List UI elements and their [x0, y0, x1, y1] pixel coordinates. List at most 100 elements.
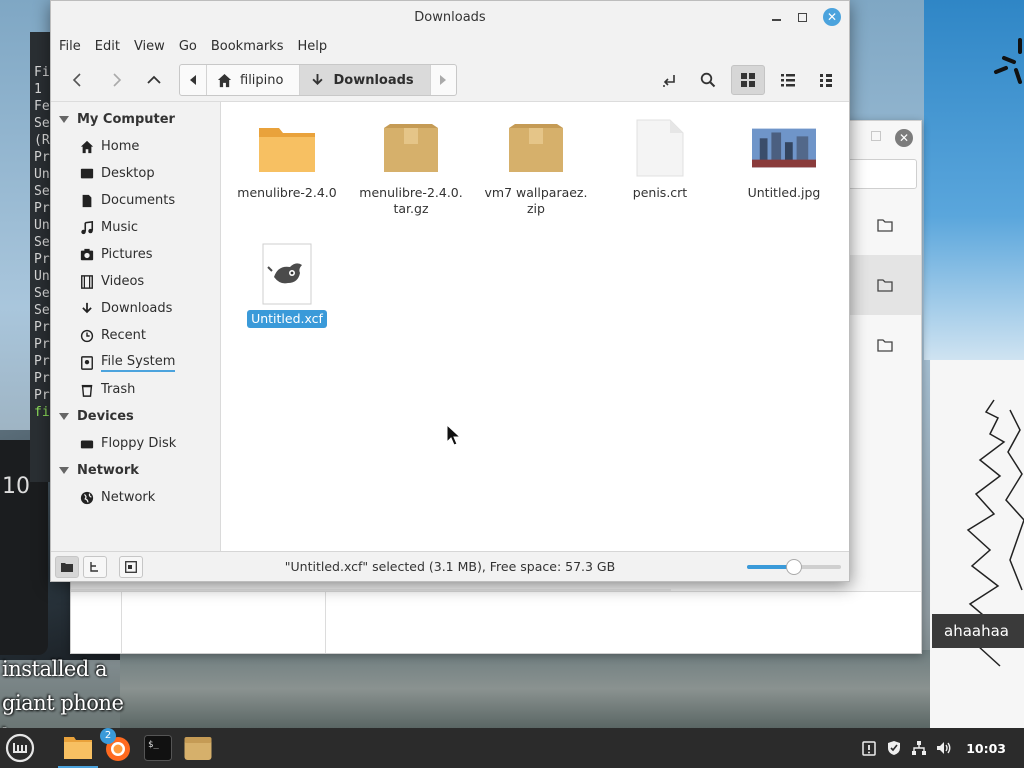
expander-icon: [59, 413, 69, 420]
taskbar-file-manager[interactable]: [58, 728, 98, 768]
folder-outline-icon: [877, 279, 893, 292]
divider: [121, 591, 122, 653]
location-entry-icon: [663, 75, 675, 87]
show-places-button[interactable]: [55, 555, 79, 578]
list-item[interactable]: [849, 315, 921, 375]
clock[interactable]: 10:03: [966, 741, 1006, 756]
toggle-location-entry-button[interactable]: [655, 65, 685, 95]
list-item[interactable]: [849, 195, 921, 255]
menu-view[interactable]: View: [134, 39, 165, 54]
search-icon: [700, 72, 716, 88]
tree-icon: [90, 561, 98, 572]
maximize-button[interactable]: [793, 8, 811, 26]
toolbar: filipino Downloads: [51, 59, 849, 101]
minimize-button[interactable]: [767, 8, 785, 26]
sidebar-item-floppy-disk[interactable]: Floppy Disk: [51, 430, 220, 457]
menu-go[interactable]: Go: [179, 39, 197, 54]
list-view-button[interactable]: [773, 65, 803, 95]
sidebar-item-label: Trash: [101, 382, 136, 397]
taskbar-archive-manager[interactable]: [178, 728, 218, 768]
folder-outline-icon: [877, 219, 893, 232]
up-button[interactable]: [139, 65, 169, 95]
file-item-selected[interactable]: Untitled.xcf: [225, 242, 349, 328]
terminal-icon: $_: [144, 735, 172, 761]
home-icon: [217, 73, 232, 87]
list-item[interactable]: [849, 255, 921, 315]
volume-tray[interactable]: [931, 728, 956, 768]
sidebar-item-desktop[interactable]: Desktop: [51, 160, 220, 187]
sidebar: My Computer Home Desktop Documents Music…: [51, 102, 221, 551]
sidebar-section-my-computer[interactable]: My Computer: [51, 106, 220, 133]
sidebar-item-label: Floppy Disk: [101, 436, 177, 451]
compact-view-button[interactable]: [811, 65, 841, 95]
file-item[interactable]: penis.crt: [598, 116, 722, 202]
clock-icon: [80, 329, 94, 342]
folder-icon: [61, 562, 73, 572]
menu-help[interactable]: Help: [297, 39, 327, 54]
file-item[interactable]: menulibre-2.4.0. tar.gz: [349, 116, 473, 218]
sidebar-item-downloads[interactable]: Downloads: [51, 295, 220, 322]
menu-bookmarks[interactable]: Bookmarks: [211, 39, 284, 54]
title-bar[interactable]: Downloads ✕: [51, 1, 849, 33]
forward-button[interactable]: [101, 65, 131, 95]
sidebar-item-file-system[interactable]: File System: [51, 349, 220, 376]
file-manager-window[interactable]: Downloads ✕ File Edit View Go Bookmarks …: [50, 0, 850, 582]
show-tree-button[interactable]: [83, 555, 107, 578]
sidebar-item-label: Desktop: [101, 166, 155, 181]
sidebar-section-network[interactable]: Network: [51, 457, 220, 484]
taskbar-firefox[interactable]: 2: [98, 728, 138, 768]
back-button[interactable]: [63, 65, 93, 95]
breadcrumb-downloads[interactable]: Downloads: [299, 65, 430, 95]
expander-icon: [59, 467, 69, 474]
download-icon: [82, 302, 92, 313]
file-item[interactable]: Untitled.jpg: [722, 116, 846, 202]
security-tray[interactable]: [881, 728, 906, 768]
bottom-panel: [71, 591, 921, 653]
notification-badge: 2: [100, 728, 116, 744]
sidebar-item-videos[interactable]: Videos: [51, 268, 220, 295]
file-manager-icon: [64, 737, 92, 759]
menu-file[interactable]: File: [59, 39, 81, 54]
sidebar-item-network[interactable]: Network: [51, 484, 220, 511]
close-button[interactable]: ✕: [895, 129, 913, 147]
close-button[interactable]: ✕: [823, 8, 841, 26]
file-grid[interactable]: menulibre-2.4.0 menulibre-2.4.0. tar.gz …: [221, 102, 849, 551]
video-icon: [81, 274, 93, 289]
sidebar-item-documents[interactable]: Documents: [51, 187, 220, 214]
zoom-handle[interactable]: [786, 559, 802, 575]
zoom-slider[interactable]: [747, 559, 841, 575]
chevron-up-icon: [147, 75, 161, 84]
file-item[interactable]: vm7 wallparaez. zip: [474, 116, 598, 218]
sidebar-item-trash[interactable]: Trash: [51, 376, 220, 403]
path-scroll-left-button[interactable]: [180, 65, 206, 95]
wallpaper-spark-icon: [994, 38, 1022, 84]
sidebar-section-devices[interactable]: Devices: [51, 403, 220, 430]
sidebar-item-home[interactable]: Home: [51, 133, 220, 160]
mint-logo-icon: [5, 733, 35, 763]
network-tray[interactable]: [906, 728, 931, 768]
gimp-file-icon: [255, 242, 319, 306]
start-menu-button[interactable]: [0, 728, 40, 768]
sidebar-item-recent[interactable]: Recent: [51, 322, 220, 349]
sidebar-item-pictures[interactable]: Pictures: [51, 241, 220, 268]
toggle-sidebar-button[interactable]: [119, 555, 143, 578]
icon-view-button[interactable]: [731, 65, 765, 95]
breadcrumb-home[interactable]: filipino: [206, 65, 299, 95]
archive-icon: [504, 116, 568, 180]
drive-icon: [80, 440, 94, 448]
maximize-button[interactable]: [871, 131, 881, 141]
home-icon: [80, 140, 94, 153]
path-scroll-right-button[interactable]: [429, 65, 456, 95]
search-button[interactable]: [693, 65, 723, 95]
update-manager-tray[interactable]: [856, 728, 881, 768]
menu-edit[interactable]: Edit: [95, 39, 120, 54]
sidebar-item-music[interactable]: Music: [51, 214, 220, 241]
window-title: Downloads: [414, 9, 486, 25]
status-bar: "Untitled.xcf" selected (3.1 MB), Free s…: [51, 551, 849, 581]
download-icon: [312, 73, 324, 85]
sidebar-item-label: Downloads: [101, 301, 173, 316]
wallpaper-caption: ahaahaa: [932, 614, 1024, 648]
clipboard-alert-icon: [861, 741, 876, 756]
taskbar-terminal[interactable]: $_: [138, 728, 178, 768]
file-item[interactable]: menulibre-2.4.0: [225, 116, 349, 202]
